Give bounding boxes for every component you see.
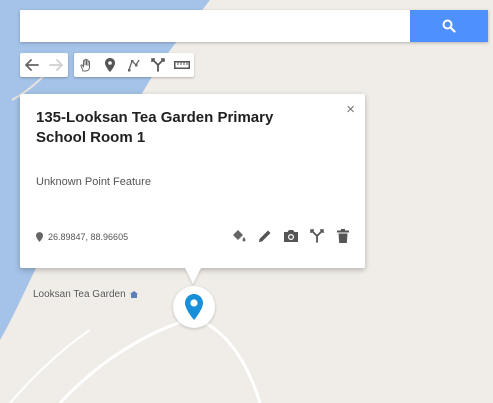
draw-line-button[interactable] xyxy=(122,53,146,77)
feature-title: 135-Looksan Tea Garden Primary School Ro… xyxy=(36,109,274,146)
undo-button[interactable] xyxy=(20,53,44,77)
marker-icon xyxy=(105,58,115,72)
feature-info-card: 135-Looksan Tea Garden Primary School Ro… xyxy=(20,94,365,268)
ruler-icon xyxy=(174,61,190,69)
trash-icon xyxy=(337,229,349,243)
close-button[interactable]: × xyxy=(346,102,355,118)
edit-button[interactable] xyxy=(257,228,273,244)
search-bar xyxy=(20,10,488,42)
directions-icon xyxy=(151,58,165,72)
undo-icon xyxy=(25,59,39,71)
directions-tool-button[interactable] xyxy=(146,53,170,77)
redo-button[interactable] xyxy=(44,53,68,77)
drawing-tool-group xyxy=(74,53,194,77)
style-button[interactable] xyxy=(231,228,247,244)
feature-actions xyxy=(231,228,351,244)
search-button[interactable] xyxy=(410,10,488,42)
camera-icon xyxy=(284,230,298,242)
card-pointer xyxy=(185,268,201,284)
measure-tool-button[interactable] xyxy=(170,53,194,77)
directions-icon xyxy=(310,229,324,243)
history-tool-group xyxy=(20,53,68,77)
selected-marker[interactable] xyxy=(173,286,215,328)
school-icon xyxy=(129,291,138,298)
search-input[interactable] xyxy=(20,10,410,42)
draw-line-icon xyxy=(128,59,140,72)
coordinates-text: 26.89847, 88.96605 xyxy=(48,232,129,242)
pencil-icon xyxy=(259,230,271,242)
place-name: Looksan Tea Garden xyxy=(33,289,126,300)
map-place-label[interactable]: Looksan Tea Garden xyxy=(33,289,138,300)
search-icon xyxy=(442,19,456,33)
map-toolbar xyxy=(20,53,194,77)
pan-tool-button[interactable] xyxy=(74,53,98,77)
add-photo-button[interactable] xyxy=(283,228,299,244)
redo-icon xyxy=(49,59,63,71)
marker-icon xyxy=(36,232,43,242)
paint-bucket-icon xyxy=(233,230,246,242)
map-canvas[interactable]: 135-Looksan Tea Garden Primary School Ro… xyxy=(0,0,493,403)
hand-icon xyxy=(80,58,90,72)
feature-type-label: Unknown Point Feature xyxy=(36,176,151,188)
directions-button[interactable] xyxy=(309,228,325,244)
map-pin-icon xyxy=(185,294,203,320)
coordinates-row: 26.89847, 88.96605 xyxy=(36,232,128,242)
add-marker-button[interactable] xyxy=(98,53,122,77)
delete-button[interactable] xyxy=(335,228,351,244)
